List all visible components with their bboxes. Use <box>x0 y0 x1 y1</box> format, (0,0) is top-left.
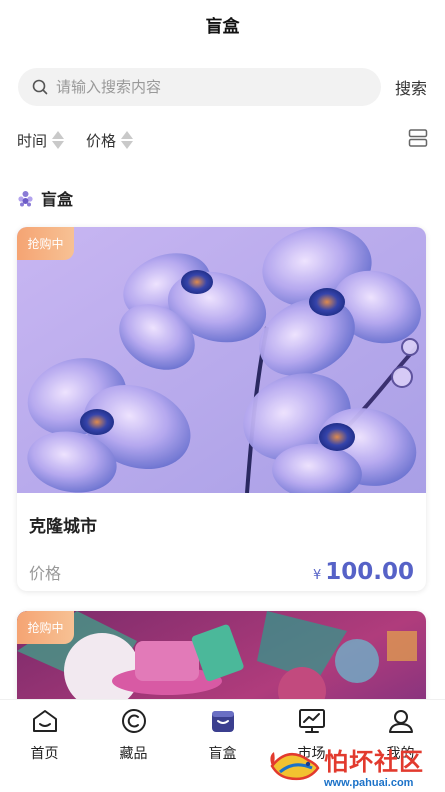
sort-arrows-icon <box>121 131 134 149</box>
blind-box-section-icon <box>18 190 33 206</box>
filter-time[interactable]: 时间 <box>17 130 65 151</box>
tab-collections-label: 藏品 <box>119 746 148 762</box>
watermark-title: 怕坏社区 <box>324 746 424 776</box>
tab-collections[interactable]: 藏品 <box>89 700 178 792</box>
orchid-artwork <box>17 227 426 493</box>
list-layout-icon[interactable] <box>408 128 428 152</box>
filter-price[interactable]: 价格 <box>86 130 134 151</box>
section-title: 盲盒 <box>0 186 445 210</box>
watermark-text: 怕坏社区 www.pahuai.com <box>324 742 424 789</box>
fish-logo-icon <box>270 752 320 781</box>
search-box[interactable] <box>18 68 381 106</box>
market-chart-icon <box>298 709 325 733</box>
user-icon <box>388 710 413 733</box>
page: 盲盒 搜索 时间 价格 <box>0 0 445 792</box>
sort-arrows-icon <box>52 131 65 149</box>
search-input[interactable] <box>56 78 367 96</box>
currency-symbol: ¥ <box>312 568 322 583</box>
product-name: 克隆城市 <box>29 517 97 537</box>
nav-header: 盲盒 <box>0 0 445 48</box>
tab-home-label: 首页 <box>30 746 59 762</box>
search-button[interactable]: 搜索 <box>395 75 427 99</box>
tab-home[interactable]: 首页 <box>0 700 89 792</box>
price-label: 价格 <box>29 564 62 583</box>
filter-time-label: 时间 <box>17 131 48 150</box>
price-row: 价格 ¥ 100.00 <box>17 559 426 585</box>
product-card[interactable]: 抢购中 <box>17 227 426 591</box>
filter-price-label: 价格 <box>86 131 117 150</box>
page-title: 盲盒 <box>205 16 240 37</box>
search-row: 搜索 <box>0 68 445 106</box>
search-icon <box>32 79 48 95</box>
filter-row: 时间 价格 <box>0 128 445 152</box>
box-icon <box>211 711 234 732</box>
watermark: 怕坏社区 www.pahuai.com <box>268 738 445 792</box>
tab-blind-box[interactable]: 盲盒 <box>178 700 267 792</box>
home-icon <box>32 710 57 732</box>
section-title-label: 盲盒 <box>41 190 74 209</box>
status-badge: 抢购中 <box>17 611 74 644</box>
product-image: 抢购中 <box>17 227 426 493</box>
tab-blind-box-label: 盲盒 <box>208 746 237 762</box>
price-value: 100.00 <box>325 559 414 585</box>
copyright-icon <box>121 709 146 733</box>
status-badge: 抢购中 <box>17 227 74 260</box>
watermark-url: www.pahuai.com <box>324 776 414 789</box>
